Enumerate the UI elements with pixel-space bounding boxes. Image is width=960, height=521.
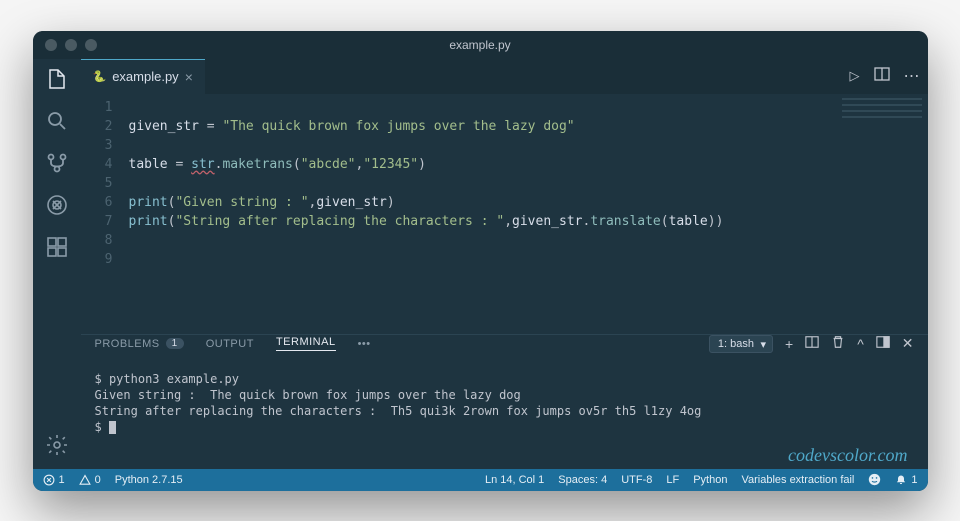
status-extra[interactable]: Variables extraction fail [741, 474, 854, 486]
close-tab-icon[interactable]: × [185, 69, 193, 85]
code-editor[interactable]: 1 2 3 4 5 6 7 8 9 given_str = "The quick… [81, 94, 928, 334]
more-actions-icon[interactable]: ⋯ [904, 66, 920, 86]
kill-terminal-icon[interactable] [831, 335, 845, 352]
maximize-panel-icon[interactable]: ^ [857, 336, 864, 352]
problems-badge: 1 [166, 338, 184, 349]
tab-problems[interactable]: PROBLEMS 1 [95, 338, 184, 350]
tab-example-py[interactable]: 🐍 example.py × [81, 59, 205, 94]
status-python[interactable]: Python 2.7.15 [115, 474, 183, 486]
extensions-icon[interactable] [45, 235, 69, 259]
watermark: codevscolor.com [788, 447, 907, 463]
panel-tabs: PROBLEMS 1 OUTPUT TERMINAL ••• 1: bash▾ … [81, 335, 928, 353]
maximize-window-dot[interactable] [85, 39, 97, 51]
window-controls [45, 39, 97, 51]
terminal-select[interactable]: 1: bash▾ [709, 335, 773, 353]
main-area: 🐍 example.py × ▷ ⋯ 1 2 3 4 5 6 7 8 9 giv… [81, 59, 928, 469]
minimap[interactable] [842, 98, 922, 138]
debug-icon[interactable] [45, 193, 69, 217]
tab-terminal[interactable]: TERMINAL [276, 336, 336, 351]
line-gutter: 1 2 3 4 5 6 7 8 9 [81, 98, 129, 334]
status-eol[interactable]: LF [666, 474, 679, 486]
tab-label: example.py [112, 69, 178, 84]
editor-actions: ▷ ⋯ [850, 66, 920, 87]
split-terminal-icon[interactable] [805, 335, 819, 352]
window-body: 🐍 example.py × ▷ ⋯ 1 2 3 4 5 6 7 8 9 giv… [33, 59, 928, 469]
new-terminal-icon[interactable]: + [785, 336, 793, 352]
window-title: example.py [449, 38, 510, 52]
tab-output[interactable]: OUTPUT [206, 338, 254, 350]
tab-more[interactable]: ••• [358, 338, 371, 350]
run-icon[interactable]: ▷ [850, 68, 860, 84]
explorer-icon[interactable] [45, 67, 69, 91]
status-encoding[interactable]: UTF-8 [621, 474, 652, 486]
python-file-icon: 🐍 [93, 70, 107, 83]
close-panel-icon[interactable]: ✕ [902, 335, 914, 352]
terminal-cursor [109, 421, 116, 434]
status-errors[interactable]: 1 [43, 474, 65, 486]
status-warnings[interactable]: 0 [79, 474, 101, 486]
status-lang[interactable]: Python [693, 474, 727, 486]
settings-gear-icon[interactable] [45, 433, 69, 457]
titlebar: example.py [33, 31, 928, 59]
activity-bar [33, 59, 81, 469]
minimize-window-dot[interactable] [65, 39, 77, 51]
bottom-panel: PROBLEMS 1 OUTPUT TERMINAL ••• 1: bash▾ … [81, 334, 928, 469]
status-position[interactable]: Ln 14, Col 1 [485, 474, 544, 486]
code-content[interactable]: given_str = "The quick brown fox jumps o… [129, 98, 928, 334]
editor-window: example.py [33, 31, 928, 491]
panel-actions: 1: bash▾ + ^ ✕ [709, 335, 914, 353]
status-bar: 1 0 Python 2.7.15 Ln 14, Col 1 Spaces: 4… [33, 469, 928, 491]
terminal-output[interactable]: $ python3 example.py Given string : The … [81, 353, 928, 469]
split-editor-icon[interactable] [874, 66, 890, 87]
editor-tabs: 🐍 example.py × ▷ ⋯ [81, 59, 928, 94]
toggle-panel-icon[interactable] [876, 335, 890, 352]
search-icon[interactable] [45, 109, 69, 133]
status-feedback-icon[interactable] [868, 473, 881, 486]
status-spaces[interactable]: Spaces: 4 [558, 474, 607, 486]
source-control-icon[interactable] [45, 151, 69, 175]
status-bell[interactable]: 1 [895, 474, 917, 486]
close-window-dot[interactable] [45, 39, 57, 51]
